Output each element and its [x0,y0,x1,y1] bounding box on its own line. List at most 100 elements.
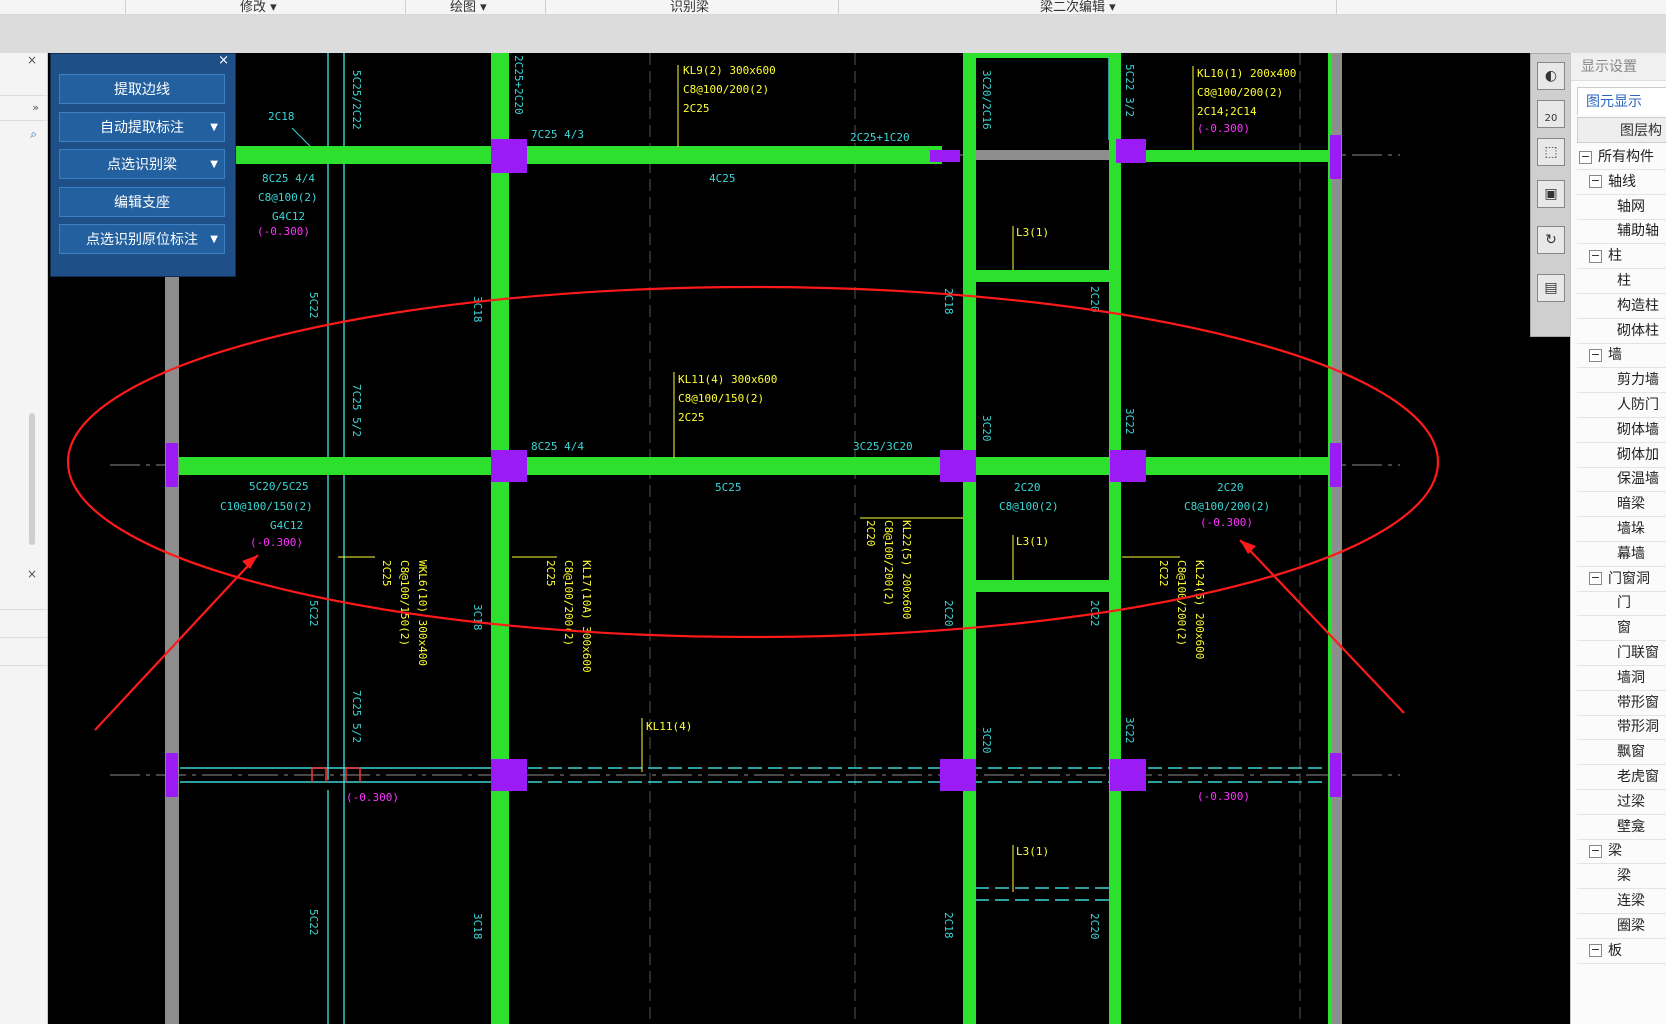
tree-item[interactable]: 飘窗 [1617,740,1645,764]
tree-item[interactable]: − 板 [1589,939,1622,963]
structural-plan[interactable]: KL9(2) 300x600 C8@100/200(2) 2C25 KL10(1) 2… [48,53,1570,1024]
tree-item-label: 带形洞 [1617,719,1659,736]
tree-item[interactable]: 砌体墙 [1617,418,1659,442]
tree-item[interactable]: 砌体柱 [1617,319,1659,343]
layer-icon[interactable]: ▤ [1537,274,1565,302]
ribbon-group-3[interactable]: 梁二次编辑 ▾ [1040,0,1116,15]
panel-title: 显示设置 [1571,53,1666,81]
tree-item-label: 柱 [1617,273,1631,289]
rebar-label-text: 3C22 [1123,408,1136,435]
tree-item[interactable]: 门联窗 [1617,641,1659,665]
tree-item[interactable]: 墙垛 [1617,517,1645,541]
collapse-toggle-icon[interactable]: − [1589,348,1602,362]
beam-label-text: 2C22 [1157,560,1170,587]
tree-item[interactable]: − 柱 [1589,244,1622,268]
rebar-label-text: 2C20 [1217,481,1244,494]
tree-item[interactable]: − 门窗洞 [1589,567,1650,591]
tree-item[interactable]: 砌体加 [1617,443,1659,467]
chevron-down-icon[interactable]: ▼ [210,150,218,180]
rebar-label-text: 7C25 5/2 [350,690,363,743]
elevation-label-text: (-0.300) [1197,790,1250,803]
tree-item-label: 墙垛 [1617,521,1645,537]
rebar-label-text: G4C12 [272,210,305,223]
tree-item[interactable]: 构造柱 [1617,294,1659,318]
tree-item[interactable]: 墙洞 [1617,666,1645,690]
tree-item[interactable]: 圈梁 [1617,914,1645,938]
beam-label-text: C8@100/150(2) [678,392,764,405]
close-icon[interactable]: × [27,53,37,67]
tree-item[interactable]: 保温墙 [1617,467,1659,491]
collapse-toggle-icon[interactable]: − [1579,150,1592,164]
rebar-label-text: C8@100(2) [258,191,318,204]
3d-view-icon[interactable]: ⬚ [1537,138,1565,166]
cad-drawing-canvas[interactable]: KL9(2) 300x600 C8@100/200(2) 2C25 KL10(1) 2… [48,53,1570,1024]
tree-item[interactable]: 过梁 [1617,790,1645,814]
ribbon-group-2[interactable]: 识别梁 [670,0,709,15]
tree-item[interactable]: 带形洞 [1617,715,1659,739]
tree-item[interactable]: 幕墙 [1617,542,1645,566]
float-button-3[interactable]: 编辑支座 [59,186,225,217]
tree-item[interactable]: 暗梁 [1617,492,1645,516]
tree-item[interactable]: − 墙 [1589,343,1622,367]
scrollbar-thumb[interactable] [29,413,35,545]
tree-item[interactable]: 轴网 [1617,195,1645,219]
display-settings-panel: 显示设置 图元显示 图层构 − 所有构件 − 轴线 轴网 辅助轴 − 柱柱构造柱 砌体柱 − 墙剪力… [1570,53,1666,1024]
tree-item[interactable]: 梁 [1617,864,1631,888]
collapse-toggle-icon[interactable]: − [1589,572,1602,586]
tree-item-label: 板 [1608,942,1622,959]
wall-lines [165,53,1342,1024]
close-icon[interactable]: × [218,54,229,68]
rebar-label-text: 4C25 [709,172,736,185]
tree-item[interactable]: − 轴线 [1589,170,1636,194]
search-icon[interactable]: ⌕ [30,127,37,142]
beam-label-text: KL22(5) 200x600 [900,520,913,619]
ribbon-group-0[interactable]: 修改 ▾ [240,0,277,15]
beam-label-text: L3(1) [1016,845,1049,858]
tree-item-label: 圈梁 [1617,917,1645,934]
rotate-icon[interactable]: ↻ [1537,226,1565,254]
beam-label-text: KL11(4) 300x600 [678,373,777,386]
zoom-level-button[interactable]: 20 [1537,100,1565,128]
beam-label-text: WKL6(10) 300x400 [416,560,429,666]
orbit-icon[interactable]: ◐ [1537,62,1565,90]
tree-item[interactable]: 辅助轴 [1617,219,1659,243]
tab-element-display[interactable]: 图元显示 [1577,87,1666,115]
tree-item-label: 门 [1617,595,1631,612]
ribbon-group-1[interactable]: 绘图 ▾ [450,0,487,15]
float-button-2[interactable]: 点选识别梁 ▼ [59,149,225,179]
tree-item[interactable]: 老虎窗 [1617,765,1659,789]
tree-item-label: 梁 [1608,843,1622,860]
tree-item[interactable]: 人防门 [1617,393,1659,417]
tree-item[interactable]: − 所有构件 [1579,145,1654,169]
beam-label-text: C8@100/200(2) [562,560,575,646]
collapse-toggle-icon[interactable]: − [1589,844,1602,858]
tree-item[interactable]: − 梁 [1589,839,1622,863]
expand-icon[interactable]: » [32,101,39,114]
collapse-toggle-icon[interactable]: − [1589,249,1602,263]
close-icon[interactable]: × [27,567,37,581]
beam-recognition-panel: × 提取边线自动提取标注 ▼ 点选识别梁 ▼ 编辑支座点选识别原位标注 ▼ [50,53,236,277]
beam-label-text: KL9(2) 300x600 [683,64,776,77]
tree-item-label: 构造柱 [1617,297,1659,314]
float-button-0[interactable]: 提取边线 [59,74,225,104]
chevron-down-icon[interactable]: ▼ [210,225,218,255]
rebar-label-text: 5C25/2C22 [350,70,363,130]
box-view-icon[interactable]: ▣ [1537,180,1565,208]
tree-item[interactable]: 门 [1617,591,1631,615]
tree-item[interactable]: 柱 [1617,269,1631,293]
collapse-toggle-icon[interactable]: − [1589,175,1602,189]
float-button-1[interactable]: 自动提取标注 ▼ [59,111,225,143]
rebar-label-text: 2C18 [942,288,955,315]
float-button-4[interactable]: 点选识别原位标注 ▼ [59,224,225,254]
tree-item[interactable]: 窗 [1617,616,1631,640]
rebar-label-text: 3C18 [471,913,484,940]
rebar-label-text: 5C22 [307,292,320,319]
chevron-down-icon[interactable]: ▼ [210,113,218,143]
collapse-toggle-icon[interactable]: − [1589,944,1602,958]
rebar-label-text: 7C25 5/2 [350,384,363,437]
tree-item[interactable]: 带形窗 [1617,691,1659,715]
rebar-label-text: 3C20/2C16 [980,70,993,130]
tree-item[interactable]: 连梁 [1617,889,1645,913]
tree-item[interactable]: 剪力墙 [1617,368,1659,392]
tree-item[interactable]: 壁龛 [1617,815,1645,839]
